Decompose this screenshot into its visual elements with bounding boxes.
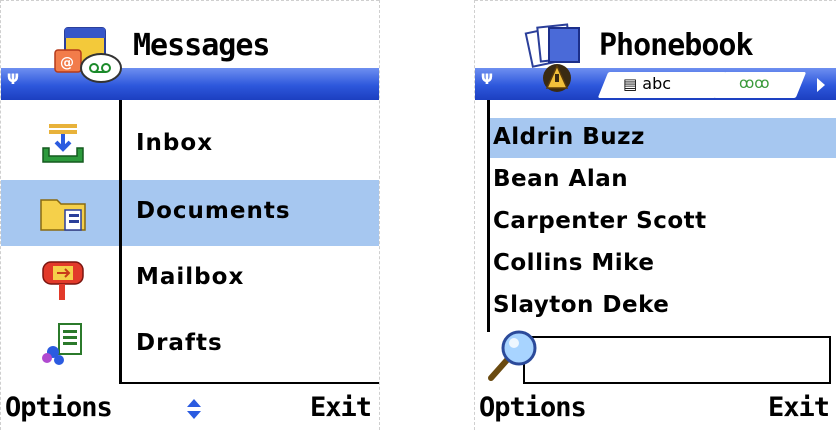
menu-item-label: Mailbox	[136, 264, 245, 290]
contact-name: Bean Alan	[493, 166, 629, 192]
exit-softkey[interactable]: Exit	[768, 392, 830, 423]
contact-name: Collins Mike	[493, 250, 655, 276]
contact-row-carpenter-scott[interactable]: Carpenter Scott	[475, 202, 836, 242]
inbox-icon	[42, 124, 84, 163]
options-softkey[interactable]: Options	[5, 392, 113, 423]
softkey-bar: Options Exit	[475, 386, 836, 430]
contact-card-icon: ▤	[623, 75, 638, 93]
messages-screen: Ψ @ Messages Inbox Documents Mailbox Dra…	[0, 0, 380, 430]
contacts-list: Aldrin Buzz Bean Alan Carpenter Scott Co…	[475, 100, 836, 332]
signal-icon: Ψ	[7, 72, 19, 88]
messages-app-icon: @	[54, 27, 122, 83]
list-divider-horizontal	[119, 382, 379, 384]
page-title: Messages	[133, 28, 270, 63]
search-icon	[488, 330, 537, 381]
menu-item-documents[interactable]: Documents	[1, 180, 379, 246]
groups-icon: ꝏꝏ	[739, 74, 770, 92]
list-divider-vertical	[119, 100, 122, 384]
softkey-bar: Options Exit	[1, 386, 379, 430]
contact-row-bean-alan[interactable]: Bean Alan	[475, 160, 836, 200]
contact-row-collins-mike[interactable]: Collins Mike	[475, 244, 836, 284]
options-softkey[interactable]: Options	[479, 392, 587, 423]
phonebook-header: Ψ ▤ abc ꝏꝏ Phonebook	[475, 0, 836, 100]
contact-row-slayton-deke[interactable]: Slayton Deke	[475, 286, 836, 326]
list-divider-vertical	[487, 100, 490, 332]
contact-name: Aldrin Buzz	[493, 124, 645, 150]
exit-softkey[interactable]: Exit	[310, 392, 372, 423]
menu-item-drafts[interactable]: Drafts	[1, 312, 379, 378]
tab-abc-label-group: ▤ abc	[623, 74, 671, 93]
scroll-arrows-icon	[187, 399, 201, 419]
tab-label: abc	[642, 74, 672, 93]
phonebook-screen: Ψ ▤ abc ꝏꝏ Phonebook Aldrin Buzz Bean Al…	[474, 0, 836, 430]
messages-menu-list: Inbox Documents Mailbox Drafts	[1, 100, 379, 384]
search-input[interactable]	[523, 336, 831, 384]
contact-name: Carpenter Scott	[493, 208, 707, 234]
menu-item-label: Inbox	[136, 130, 214, 156]
menu-item-inbox[interactable]: Inbox	[1, 112, 379, 178]
tab-scroll-right-icon[interactable]	[817, 78, 825, 92]
menu-item-label: Documents	[136, 198, 291, 224]
contact-row-aldrin-buzz[interactable]: Aldrin Buzz	[487, 116, 836, 158]
phonebook-app-icon	[524, 23, 580, 92]
drafts-icon	[42, 323, 82, 365]
svg-text:@: @	[60, 55, 74, 71]
mailbox-icon	[42, 261, 84, 300]
menu-item-mailbox[interactable]: Mailbox	[1, 246, 379, 312]
page-title: Phonebook	[599, 28, 754, 63]
menu-item-label: Drafts	[136, 330, 223, 356]
messages-header: Ψ @ Messages	[1, 0, 379, 100]
contact-name: Slayton Deke	[493, 292, 670, 318]
documents-folder-icon	[40, 199, 86, 231]
